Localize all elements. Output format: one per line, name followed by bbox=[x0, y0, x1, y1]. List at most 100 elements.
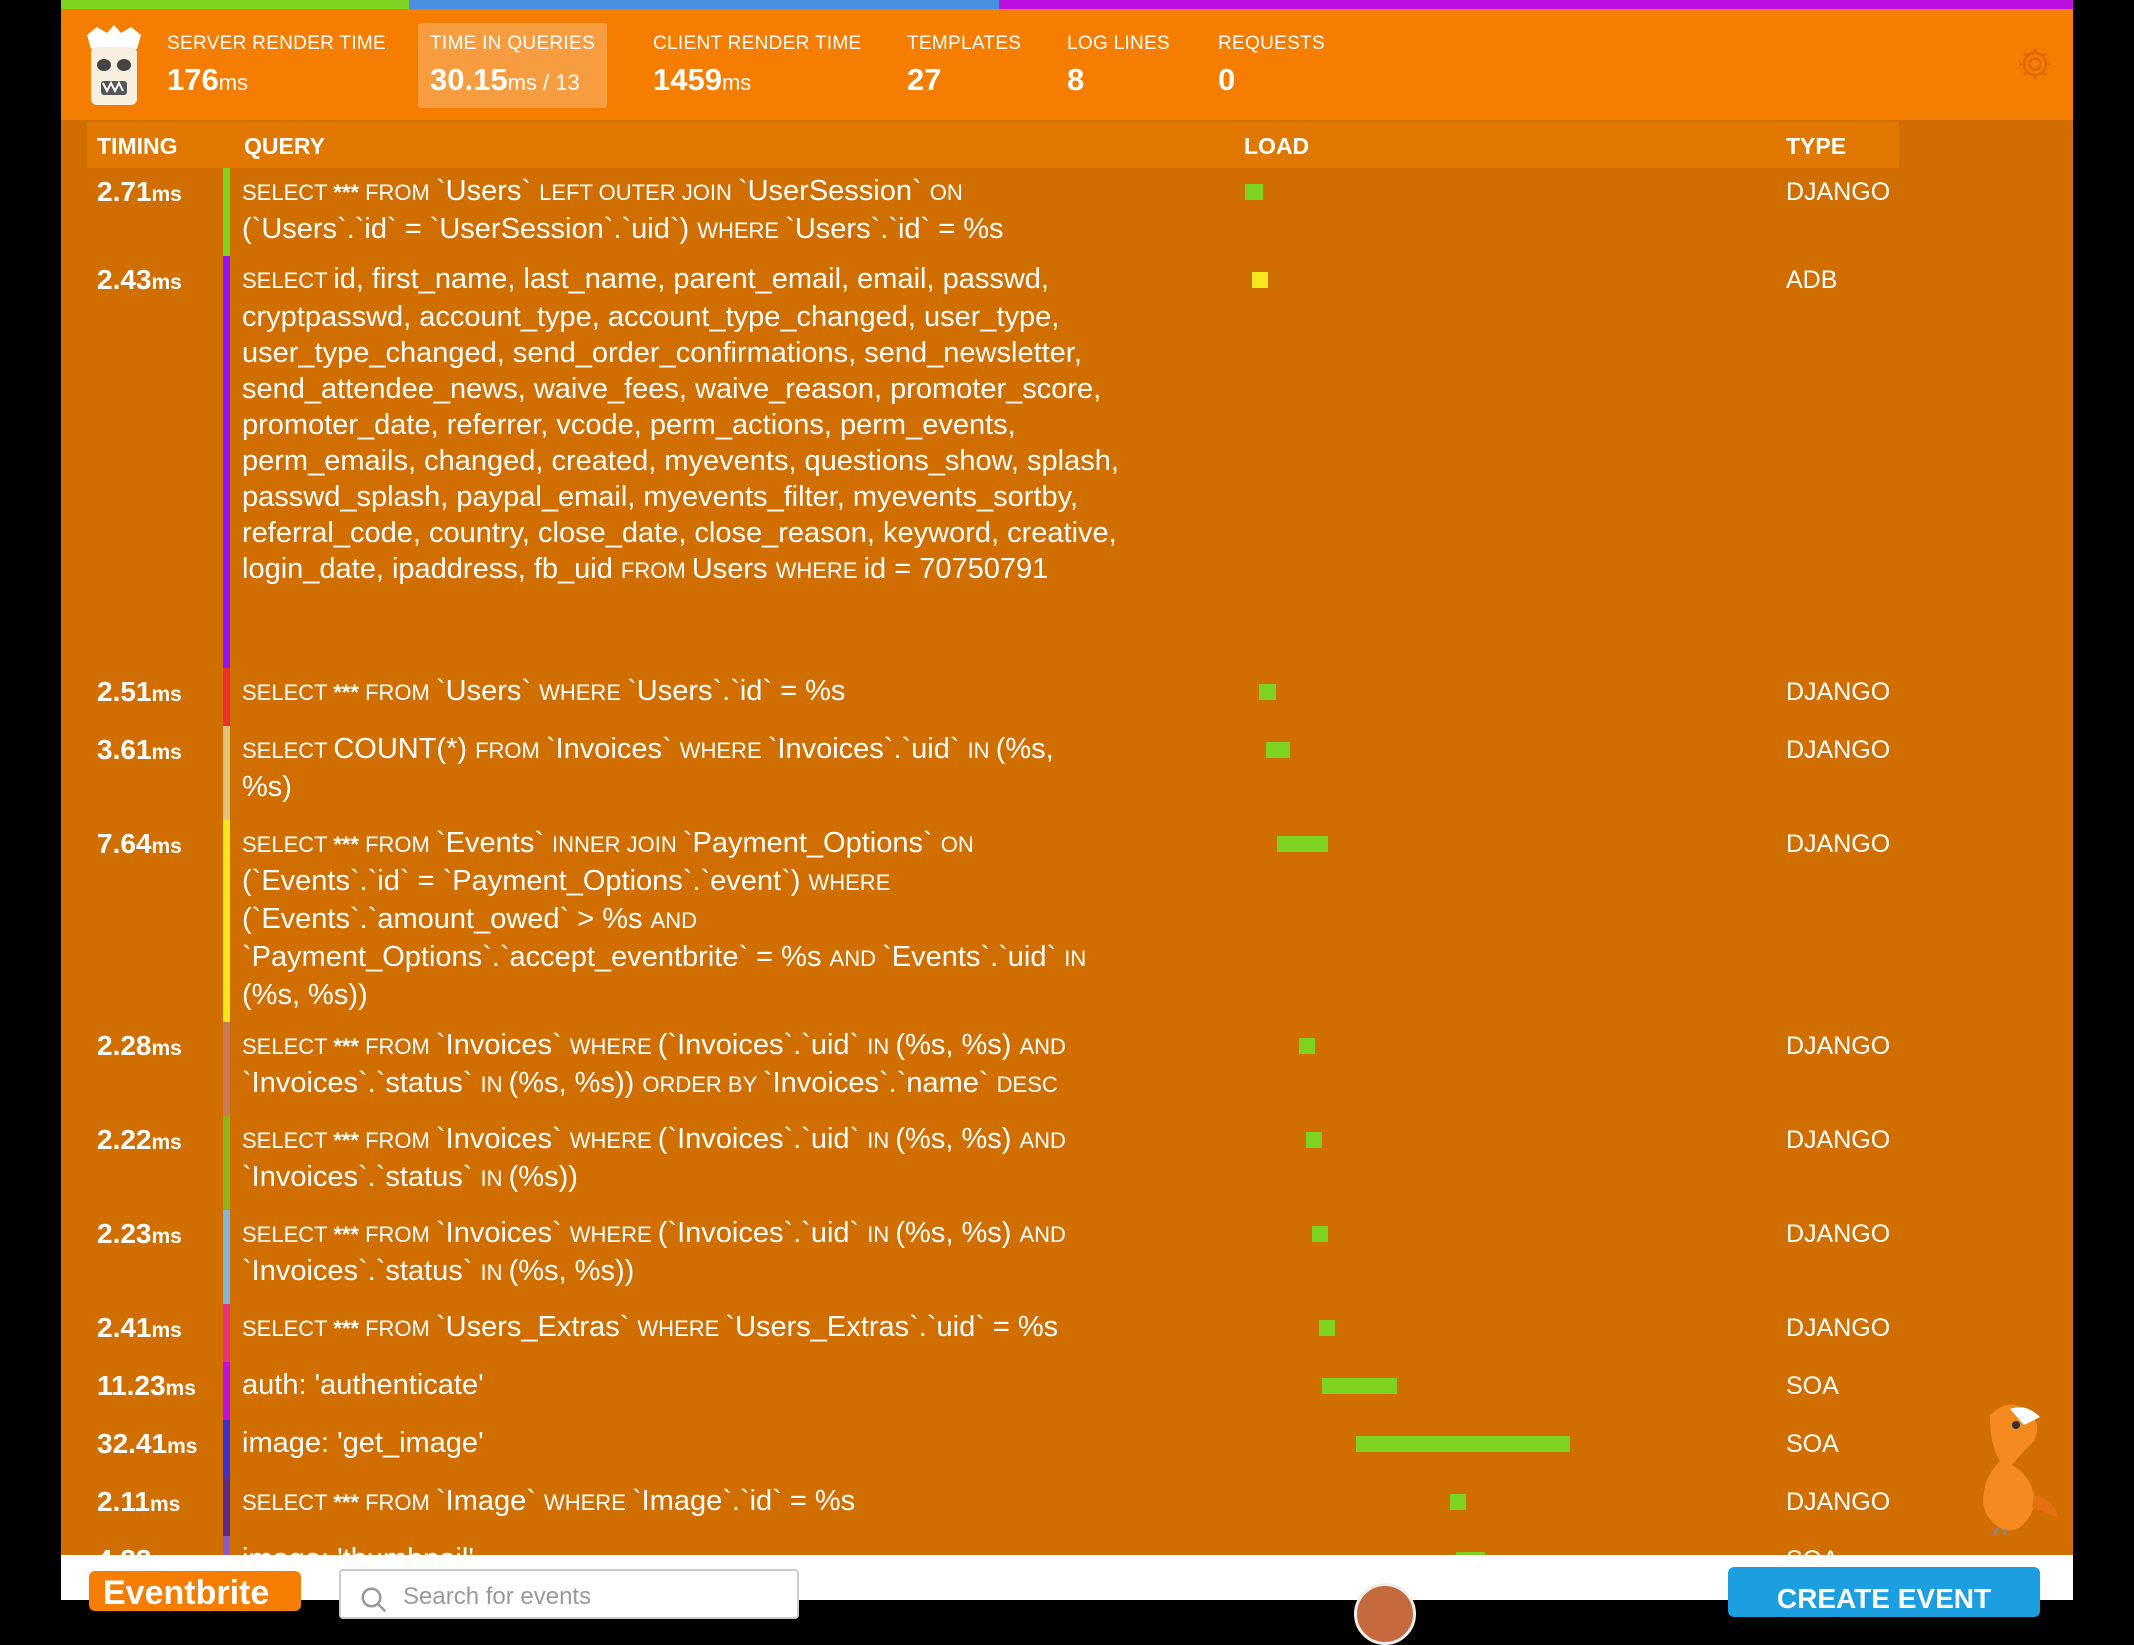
table-row[interactable]: 32.41ms image: 'get_image' SOA bbox=[61, 1420, 2073, 1478]
table-row[interactable]: 2.41ms SELECT *** FROM `Users_Extras` WHE… bbox=[61, 1304, 2073, 1364]
header-type[interactable]: TYPE bbox=[1786, 133, 1846, 160]
query-text[interactable]: SELECT *** FROM `Users` LEFT OUTER JOIN … bbox=[242, 173, 1292, 249]
query-timing: 2.43ms bbox=[97, 264, 182, 296]
query-timing-unit: ms bbox=[151, 835, 182, 858]
stat-label: CLIENT RENDER TIME bbox=[653, 33, 862, 54]
sql-keyword: WHERE bbox=[569, 1128, 658, 1153]
query-text[interactable]: SELECT *** FROM `Users_Extras` WHERE `Us… bbox=[242, 1309, 1292, 1347]
sql-text: `Users`.`id` = %s bbox=[627, 675, 846, 707]
sql-keyword: AND bbox=[1019, 1128, 1066, 1153]
table-row[interactable]: 11.23ms auth: 'authenticate' SOA bbox=[61, 1362, 2073, 1420]
stat-label: LOG LINES bbox=[1067, 33, 1171, 54]
header-load[interactable]: LOAD bbox=[1244, 133, 1309, 160]
table-row[interactable]: 2.28ms SELECT *** FROM `Invoices` WHERE (… bbox=[61, 1022, 2073, 1116]
sql-keyword: WHERE bbox=[679, 738, 768, 763]
load-bar[interactable] bbox=[1450, 1494, 1467, 1510]
load-bar[interactable] bbox=[1265, 742, 1290, 758]
table-row[interactable]: 2.22ms SELECT *** FROM `Invoices` WHERE (… bbox=[61, 1116, 2073, 1210]
sql-text: `Users_Extras`.`uid` = %s bbox=[725, 1311, 1059, 1343]
search-input[interactable]: Search for events bbox=[339, 1569, 799, 1619]
query-color-stripe bbox=[223, 1420, 230, 1478]
query-timing-value: 2.23 bbox=[97, 1218, 152, 1249]
table-row[interactable]: 3.61ms SELECT COUNT(*) FROM `Invoices` WH… bbox=[61, 726, 2073, 820]
load-bar[interactable] bbox=[1318, 1320, 1335, 1336]
sql-keyword: IN bbox=[967, 738, 996, 763]
sql-text: `Invoices`.`name` bbox=[762, 1067, 997, 1099]
query-text[interactable]: SELECT *** FROM `Events` INNER JOIN `Pay… bbox=[242, 825, 1292, 1013]
sql-keyword: WHERE bbox=[697, 218, 786, 243]
sql-text: auth: 'authenticate' bbox=[242, 1369, 484, 1401]
sql-keyword: IN bbox=[867, 1222, 896, 1247]
gear-icon[interactable] bbox=[2016, 45, 2054, 83]
table-row[interactable]: 7.64ms SELECT *** FROM `Events` INNER JOI… bbox=[61, 820, 2073, 1022]
stat-client-render-time[interactable]: CLIENT RENDER TIME 1459ms bbox=[653, 33, 861, 98]
query-timing-value: 32.41 bbox=[97, 1428, 168, 1459]
load-bar[interactable] bbox=[1311, 1226, 1328, 1242]
stat-templates[interactable]: TEMPLATES 27 bbox=[907, 33, 1021, 98]
query-text[interactable]: SELECT id, first_name, last_name, parent… bbox=[242, 261, 1292, 589]
load-bar[interactable] bbox=[1322, 1378, 1397, 1394]
stat-server-render-time[interactable]: SERVER RENDER TIME 176ms bbox=[167, 33, 386, 98]
header-query[interactable]: QUERY bbox=[244, 133, 325, 160]
load-bar[interactable] bbox=[1305, 1132, 1322, 1148]
stat-log-lines[interactable]: LOG LINES 8 bbox=[1067, 33, 1170, 98]
sql-keyword: SELECT bbox=[242, 832, 334, 857]
query-color-stripe bbox=[223, 168, 230, 262]
query-timing: 2.28ms bbox=[97, 1030, 182, 1062]
sql-keyword: AND bbox=[1019, 1222, 1066, 1247]
sql-text: (%s, %s)) bbox=[242, 979, 368, 1011]
query-type: SOA bbox=[1786, 1430, 1839, 1458]
query-text[interactable]: image: 'get_image' bbox=[242, 1425, 1292, 1461]
sql-text: `Invoices`.`uid` bbox=[767, 733, 968, 765]
load-bar[interactable] bbox=[1355, 1436, 1570, 1452]
user-avatar[interactable] bbox=[1354, 1583, 1416, 1645]
stat-time-in-queries[interactable]: TIME IN QUERIES 30.15ms / 13 bbox=[418, 23, 607, 108]
sql-text: id, first_name, last_name, parent_email,… bbox=[242, 263, 1119, 585]
table-row[interactable]: 2.23ms SELECT *** FROM `Invoices` WHERE (… bbox=[61, 1210, 2073, 1304]
sql-keyword: AND bbox=[650, 908, 698, 933]
load-bar[interactable] bbox=[1259, 684, 1276, 700]
sql-keyword: WHERE bbox=[539, 680, 628, 705]
sql-keyword: AND bbox=[829, 946, 883, 971]
query-timing-unit: ms bbox=[165, 1377, 196, 1400]
table-row[interactable]: 2.11ms SELECT *** FROM `Image` WHERE `Ima… bbox=[61, 1478, 2073, 1536]
query-timing: 3.61ms bbox=[97, 734, 182, 766]
stat-requests[interactable]: REQUESTS 0 bbox=[1218, 33, 1325, 98]
query-text[interactable]: SELECT *** FROM `Image` WHERE `Image`.`i… bbox=[242, 1483, 1292, 1521]
query-timing: 2.23ms bbox=[97, 1218, 182, 1250]
query-text[interactable]: SELECT *** FROM `Invoices` WHERE (`Invoi… bbox=[242, 1027, 1292, 1103]
table-row[interactable]: 2.43ms SELECT id, first_name, last_name, … bbox=[61, 256, 2073, 696]
query-text[interactable]: SELECT *** FROM `Invoices` WHERE (`Invoi… bbox=[242, 1215, 1292, 1291]
create-event-button[interactable]: CREATE EVENT bbox=[1728, 1567, 2040, 1617]
header-timing[interactable]: TIMING bbox=[97, 133, 178, 160]
query-color-stripe bbox=[223, 726, 230, 820]
query-text[interactable]: auth: 'authenticate' bbox=[242, 1367, 1292, 1403]
load-bar[interactable] bbox=[1277, 836, 1328, 852]
stat-value: 0 bbox=[1218, 62, 1236, 97]
stat-value: 1459 bbox=[653, 62, 722, 97]
query-type: DJANGO bbox=[1786, 678, 1891, 706]
sql-keyword: ON bbox=[940, 832, 974, 857]
query-text[interactable]: SELECT COUNT(*) FROM `Invoices` WHERE `I… bbox=[242, 731, 1292, 805]
sql-text: image: 'get_image' bbox=[242, 1427, 484, 1459]
query-text[interactable]: SELECT *** FROM `Users` WHERE `Users`.`i… bbox=[242, 673, 1292, 711]
sql-text: Users bbox=[691, 553, 776, 585]
queries-panel: TIMING QUERY LOAD TYPE 2.71ms SELECT *** … bbox=[61, 120, 2073, 1594]
tiki-mascot-icon[interactable] bbox=[83, 25, 145, 109]
query-timing-value: 2.28 bbox=[97, 1030, 152, 1061]
table-row[interactable]: 2.71ms SELECT *** FROM `Users` LEFT OUTER… bbox=[61, 168, 2073, 262]
query-timing-value: 3.61 bbox=[97, 734, 152, 765]
table-row[interactable]: 2.51ms SELECT *** FROM `Users` WHERE `Use… bbox=[61, 668, 2073, 726]
parrot-mascot-icon[interactable] bbox=[1950, 1395, 2060, 1535]
load-bar[interactable] bbox=[1299, 1038, 1315, 1054]
query-timing: 2.11ms bbox=[97, 1486, 180, 1518]
top-color-strip-green bbox=[61, 0, 409, 9]
sql-text: `Invoices` bbox=[545, 733, 680, 765]
sql-keyword: SELECT bbox=[242, 1034, 334, 1059]
query-text[interactable]: SELECT *** FROM `Invoices` WHERE (`Invoi… bbox=[242, 1121, 1292, 1197]
sql-keyword: ORDER BY bbox=[642, 1072, 763, 1097]
load-bar[interactable] bbox=[1251, 272, 1268, 288]
load-bar[interactable] bbox=[1245, 184, 1263, 200]
sql-keyword: IN bbox=[1064, 946, 1087, 971]
brand-logo[interactable]: Eventbrite bbox=[89, 1571, 301, 1612]
